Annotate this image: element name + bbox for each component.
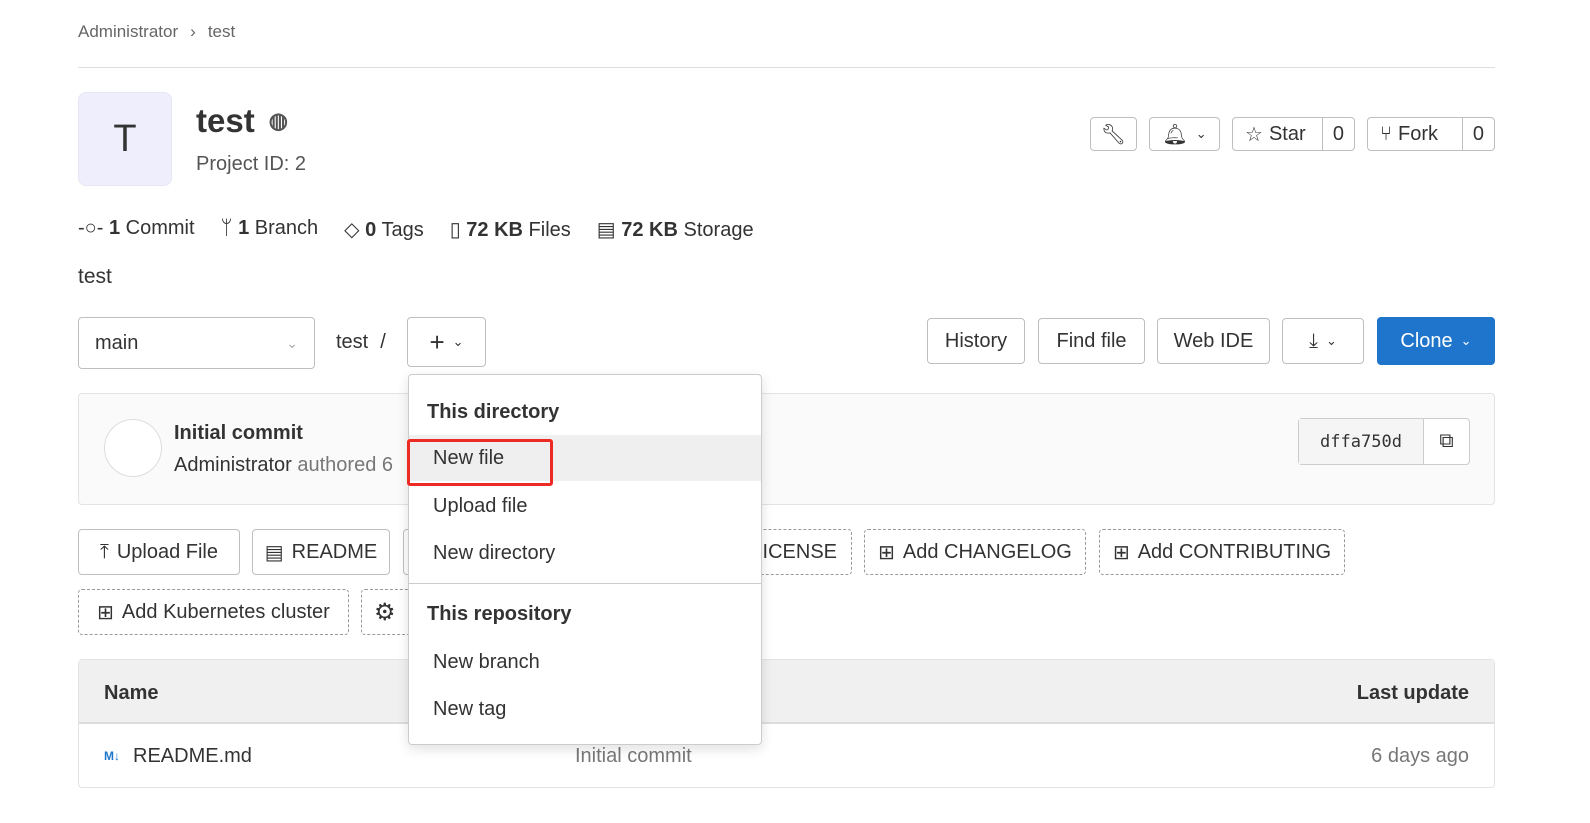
breadcrumb-test[interactable]: test [208, 22, 235, 42]
path-root[interactable]: test [336, 331, 368, 354]
commit-sha[interactable]: dffa750d [1299, 419, 1424, 464]
divider [78, 67, 1495, 68]
download-icon: ⤓ [1309, 329, 1318, 352]
fork-icon: ⑂ [1380, 122, 1392, 145]
readme-button[interactable]: ▤ README [252, 529, 390, 575]
chevron-down-icon: ⌄ [286, 334, 298, 351]
bell-icon: 🔔︎ [1162, 123, 1188, 146]
highlight-box [407, 439, 553, 486]
add-changelog-button[interactable]: ⊞ Add CHANGELOG [864, 529, 1086, 575]
file-icon: ▯ [449, 219, 461, 241]
upload-icon: ⤒ [99, 540, 109, 563]
header-last-update: Last update [1356, 682, 1469, 704]
storage-icon: ▤ [596, 219, 616, 241]
notifications-button[interactable]: 🔔︎ ⌄ [1149, 117, 1220, 151]
star-count[interactable]: 0 [1321, 118, 1354, 150]
history-button[interactable]: History [927, 318, 1025, 364]
wrench-icon: 🔧︎ [1100, 123, 1127, 146]
globe-icon: ◍ [268, 108, 288, 133]
add-dropdown-menu: This directory New file Upload file New … [407, 374, 762, 745]
download-button[interactable]: ⤓ ⌄ [1282, 318, 1364, 364]
project-description: test [78, 265, 112, 288]
chevron-down-icon: ⌄ [1325, 333, 1337, 348]
file-updated: 6 days ago [1371, 745, 1469, 767]
author-avatar[interactable] [104, 419, 162, 477]
table-header: Name Last update [79, 660, 1494, 724]
menu-divider [409, 583, 761, 584]
header-name: Name [104, 682, 159, 704]
stat-files[interactable]: ▯ 72 KB Files [450, 217, 571, 242]
menu-item-new-directory[interactable]: New directory [409, 530, 761, 576]
file-name[interactable]: README.md [133, 745, 252, 768]
commit-meta: Administrator authored 6 [174, 454, 394, 476]
stat-commits[interactable]: -○- 1 Commit [78, 217, 195, 242]
plus-square-icon: ⊞ [1112, 541, 1130, 564]
project-stats: -○- 1 Commit ᛘ 1 Branch ◇ 0 Tags ▯ 72 KB… [78, 217, 754, 242]
settings-button[interactable]: 🔧︎ [1090, 117, 1137, 151]
stat-tags[interactable]: ◇ 0 Tags [344, 217, 424, 242]
web-ide-button[interactable]: Web IDE [1157, 318, 1270, 364]
stat-storage[interactable]: ▤ 72 KB Storage [597, 217, 754, 242]
section-this-repository: This repository [427, 603, 572, 625]
commit-icon: -○- [78, 217, 104, 239]
commit-author[interactable]: Administrator [174, 454, 292, 476]
commit-title[interactable]: Initial commit [174, 422, 303, 445]
breadcrumb: Administrator › test [78, 22, 235, 42]
add-to-tree-button[interactable]: + ⌄ [407, 317, 486, 367]
add-kubernetes-button[interactable]: ⊞ Add Kubernetes cluster [78, 589, 349, 635]
clone-button[interactable]: Clone ⌄ [1377, 317, 1495, 365]
chevron-down-icon: ⌄ [1460, 333, 1472, 348]
commit-sha-group: dffa750d ⧉ [1298, 418, 1470, 465]
menu-item-upload-file[interactable]: Upload file [409, 483, 761, 529]
plus-square-icon: ⊞ [878, 541, 895, 564]
plus-icon: + [429, 326, 445, 357]
stat-branches[interactable]: ᛘ 1 Branch [221, 217, 319, 242]
branch-icon: ᛘ [220, 217, 233, 239]
copy-icon[interactable]: ⧉ [1424, 419, 1469, 464]
chevron-down-icon: ⌄ [1195, 126, 1207, 141]
table-row[interactable]: M↓ README.md Initial commit 6 days ago [79, 726, 1494, 788]
section-this-directory: This directory [427, 401, 560, 423]
tag-icon: ◇ [344, 219, 360, 241]
chevron-right-icon: › [190, 22, 196, 41]
plus-square-icon: ⊞ [97, 601, 114, 624]
gear-icon: ⚙ [374, 598, 396, 626]
menu-item-new-branch[interactable]: New branch [409, 639, 761, 685]
file-icon: ▤ [264, 541, 284, 564]
menu-item-new-tag[interactable]: New tag [409, 686, 761, 732]
file-table: Name Last update M↓ README.md Initial co… [78, 659, 1495, 788]
markdown-icon: M↓ [104, 749, 120, 763]
star-button[interactable]: ☆ Star 0 [1232, 117, 1355, 151]
branch-selector[interactable]: main ⌄ [78, 317, 315, 369]
project-title: test ◍ [196, 102, 288, 139]
upload-file-button[interactable]: ⤒ Upload File [78, 529, 240, 575]
breadcrumb-admin[interactable]: Administrator [78, 22, 178, 42]
file-commit[interactable]: Initial commit [575, 745, 692, 768]
chevron-down-icon: ⌄ [452, 334, 464, 349]
star-icon: ☆ [1245, 123, 1263, 146]
add-contributing-button[interactable]: ⊞ Add CONTRIBUTING [1099, 529, 1345, 575]
path-breadcrumb: test / [336, 331, 386, 354]
project-avatar: T [78, 92, 172, 186]
last-commit-panel: Initial commit Administrator authored 6 … [78, 393, 1495, 505]
fork-count[interactable]: 0 [1461, 118, 1494, 150]
project-id: Project ID: 2 [196, 153, 307, 175]
fork-button[interactable]: ⑂ Fork 0 [1367, 117, 1495, 151]
find-file-button[interactable]: Find file [1038, 318, 1145, 364]
